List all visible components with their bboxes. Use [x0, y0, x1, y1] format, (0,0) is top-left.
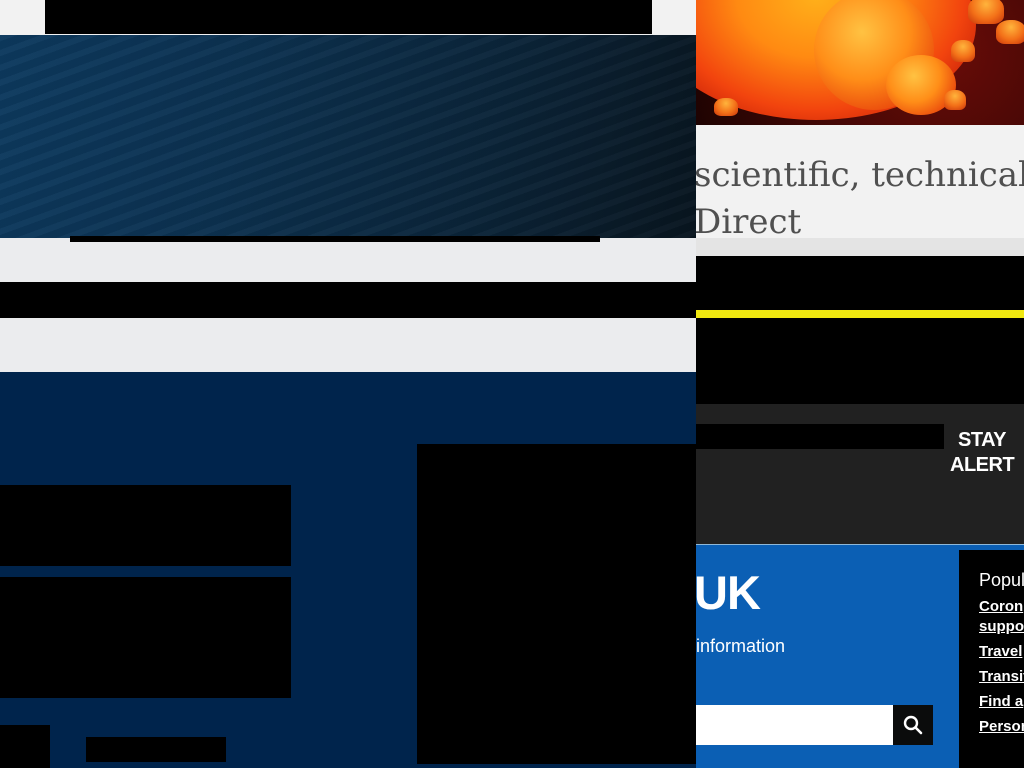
- virus-spike-shape: [944, 90, 966, 110]
- popular-link[interactable]: Person: [979, 717, 1024, 737]
- popular-link[interactable]: Find a: [979, 692, 1024, 712]
- popular-link[interactable]: Transit: [979, 667, 1024, 687]
- redacted-bar: [696, 318, 1024, 404]
- redacted-bar: [696, 256, 1024, 310]
- left-page-panel: [0, 0, 696, 768]
- search-icon: [903, 715, 923, 735]
- list-item: Find a: [979, 692, 1024, 712]
- virus-spike-shape: [951, 40, 975, 62]
- sciencedirect-name: Direct: [696, 202, 802, 242]
- govuk-subtitle: information: [696, 636, 786, 656]
- hero-banner-image: [0, 35, 696, 238]
- govuk-title: UK: [696, 566, 761, 619]
- popular-link-label: Coron: [979, 598, 1024, 615]
- redacted-nav-bar: [0, 282, 696, 318]
- redacted-block: [86, 737, 226, 762]
- sciencedirect-tagline: scientific, technical, an: [696, 155, 1024, 195]
- right-page-panel: scientific, technical, an Direct STAY AL…: [696, 0, 1024, 768]
- virus-spike-shape: [968, 0, 1004, 24]
- stay-alert-line-1: STAY: [958, 429, 1007, 451]
- redacted-block: [0, 485, 291, 566]
- list-item: Transit: [979, 667, 1024, 687]
- virus-spike-shape: [996, 20, 1024, 44]
- redacted-block: [0, 725, 50, 768]
- virus-spike-shape: [714, 98, 738, 116]
- popular-links-panel: Popul Coron suppo Travel Transit Find a …: [959, 550, 1024, 768]
- popular-link[interactable]: Travel: [979, 642, 1024, 662]
- list-item: Person: [979, 717, 1024, 737]
- screenshot-collage: scientific, technical, an Direct STAY AL…: [0, 0, 1024, 768]
- redacted-header-bar: [45, 0, 652, 34]
- grey-spacer: [0, 242, 696, 282]
- sciencedirect-banner: scientific, technical, an Direct: [696, 125, 1024, 242]
- search-input[interactable]: [696, 705, 893, 745]
- stay-alert-logo: STAY ALERT: [950, 428, 1024, 478]
- search-button[interactable]: [893, 705, 933, 745]
- popular-title: Popul: [979, 570, 1024, 590]
- alert-yellow-stripe: [696, 310, 1024, 318]
- grey-spacer: [0, 318, 696, 372]
- popular-link[interactable]: Coron suppo: [979, 597, 1024, 637]
- popular-link-label: suppo: [979, 618, 1024, 635]
- stay-alert-panel: STAY ALERT: [696, 404, 1024, 545]
- stay-alert-line-2: ALERT: [950, 454, 1015, 476]
- list-item: Travel: [979, 642, 1024, 662]
- redacted-block: [0, 577, 291, 698]
- coronavirus-image: [696, 0, 1024, 125]
- grey-spacer: [696, 238, 1024, 256]
- list-item: Coron suppo: [979, 597, 1024, 637]
- govuk-hero: UK information Popul Coron suppo Travel …: [696, 545, 1024, 768]
- redacted-block: [417, 444, 696, 764]
- redacted-bar: [696, 424, 944, 449]
- popular-list: Coron suppo Travel Transit Find a Perso: [979, 597, 1024, 737]
